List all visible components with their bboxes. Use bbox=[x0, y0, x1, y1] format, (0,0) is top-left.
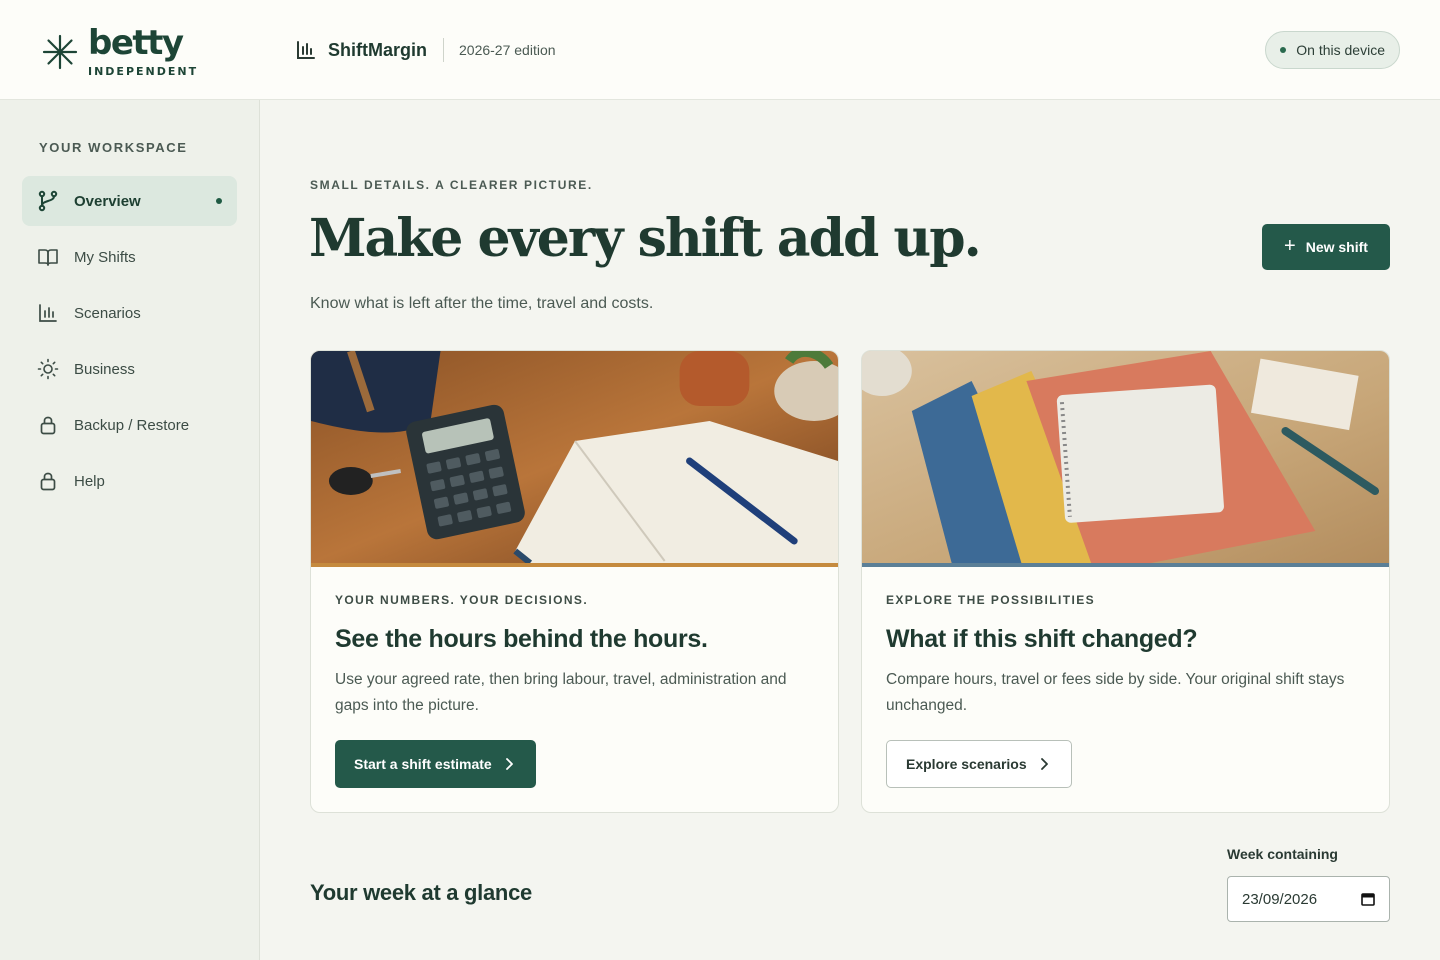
chevron-right-icon bbox=[505, 758, 513, 770]
sidebar-item-business[interactable]: Business bbox=[22, 344, 237, 394]
sun-icon bbox=[37, 358, 59, 380]
card-title: See the hours behind the hours. bbox=[335, 625, 708, 653]
sidebar-item-scenarios[interactable]: Scenarios bbox=[22, 288, 237, 338]
hero-eyebrow: SMALL DETAILS. A CLEARER PICTURE. bbox=[310, 178, 593, 192]
card-eyebrow: EXPLORE THE POSSIBILITIES bbox=[886, 593, 1096, 607]
button-label: Explore scenarios bbox=[906, 756, 1027, 772]
start-shift-estimate-button[interactable]: Start a shift estimate bbox=[335, 740, 536, 788]
folders-notebook-image bbox=[862, 351, 1389, 563]
week-date-input[interactable]: 23/09/2026 bbox=[1227, 876, 1390, 922]
date-value: 23/09/2026 bbox=[1242, 890, 1318, 908]
book-icon bbox=[37, 246, 59, 268]
asterisk-logo-icon bbox=[42, 34, 78, 70]
sidebar-item-overview[interactable]: Overview bbox=[22, 176, 237, 226]
sidebar-item-my-shifts[interactable]: My Shifts bbox=[22, 232, 237, 282]
bar-chart-icon bbox=[37, 302, 59, 324]
app-edition: 2026-27 edition bbox=[459, 42, 556, 58]
brand-name: betty bbox=[88, 23, 184, 63]
app-title: ShiftMargin 2026-27 edition bbox=[296, 38, 556, 62]
card-eyebrow: YOUR NUMBERS. YOUR DECISIONS. bbox=[335, 593, 589, 607]
card-description: Compare hours, travel or fees side by si… bbox=[886, 671, 1345, 714]
scenarios-card: EXPLORE THE POSSIBILITIES What if this s… bbox=[861, 350, 1390, 813]
desk-calculator-image bbox=[311, 351, 838, 563]
app-name: ShiftMargin bbox=[328, 39, 427, 60]
calendar-icon[interactable] bbox=[1361, 892, 1375, 906]
week-field-label: Week containing bbox=[1227, 846, 1338, 862]
chevron-right-icon bbox=[1040, 758, 1048, 770]
bar-chart-icon bbox=[297, 41, 315, 59]
brand-subtitle: INDEPENDENT bbox=[88, 65, 199, 78]
sidebar-item-label: Business bbox=[74, 360, 135, 378]
lock-icon bbox=[37, 414, 59, 436]
sidebar-item-help[interactable]: Help bbox=[22, 456, 237, 506]
sidebar-item-label: Scenarios bbox=[74, 304, 141, 322]
shift-estimate-card: YOUR NUMBERS. YOUR DECISIONS. See the ho… bbox=[310, 350, 839, 813]
page-title: Make every shift add up. bbox=[309, 208, 982, 269]
new-shift-label: New shift bbox=[1305, 239, 1368, 255]
top-bar: betty INDEPENDENT ShiftMargin 2026-27 ed… bbox=[0, 0, 1440, 100]
branch-icon bbox=[37, 190, 59, 212]
button-label: Start a shift estimate bbox=[354, 756, 492, 772]
card-accent-band bbox=[311, 563, 838, 567]
status-dot-icon bbox=[1280, 47, 1287, 53]
brand-logo[interactable]: betty INDEPENDENT bbox=[42, 26, 198, 78]
storage-status-badge: On this device bbox=[1265, 31, 1400, 69]
active-indicator bbox=[216, 198, 222, 204]
explore-scenarios-button[interactable]: Explore scenarios bbox=[886, 740, 1072, 788]
storage-status-label: On this device bbox=[1296, 42, 1385, 58]
card-title: What if this shift changed? bbox=[886, 625, 1198, 653]
week-section-title: Your week at a glance bbox=[310, 880, 532, 905]
sidebar-item-backup-restore[interactable]: Backup / Restore bbox=[22, 400, 237, 450]
lock-icon bbox=[37, 470, 59, 492]
sidebar-item-label: Help bbox=[74, 472, 105, 490]
sidebar-heading: YOUR WORKSPACE bbox=[39, 140, 188, 155]
card-accent-band bbox=[862, 563, 1389, 567]
page-subtitle: Know what is left after the time, travel… bbox=[310, 295, 654, 312]
sidebar-item-label: My Shifts bbox=[74, 248, 136, 266]
plus-icon: + bbox=[1284, 234, 1296, 257]
sidebar-item-label: Backup / Restore bbox=[74, 416, 190, 434]
sidebar: YOUR WORKSPACE Overview My Shifts Scenar… bbox=[0, 100, 260, 960]
card-description: Use your agreed rate, then bring labour,… bbox=[335, 671, 787, 714]
sidebar-item-label: Overview bbox=[74, 192, 141, 210]
divider bbox=[443, 38, 444, 62]
new-shift-button[interactable]: + New shift bbox=[1262, 224, 1390, 270]
